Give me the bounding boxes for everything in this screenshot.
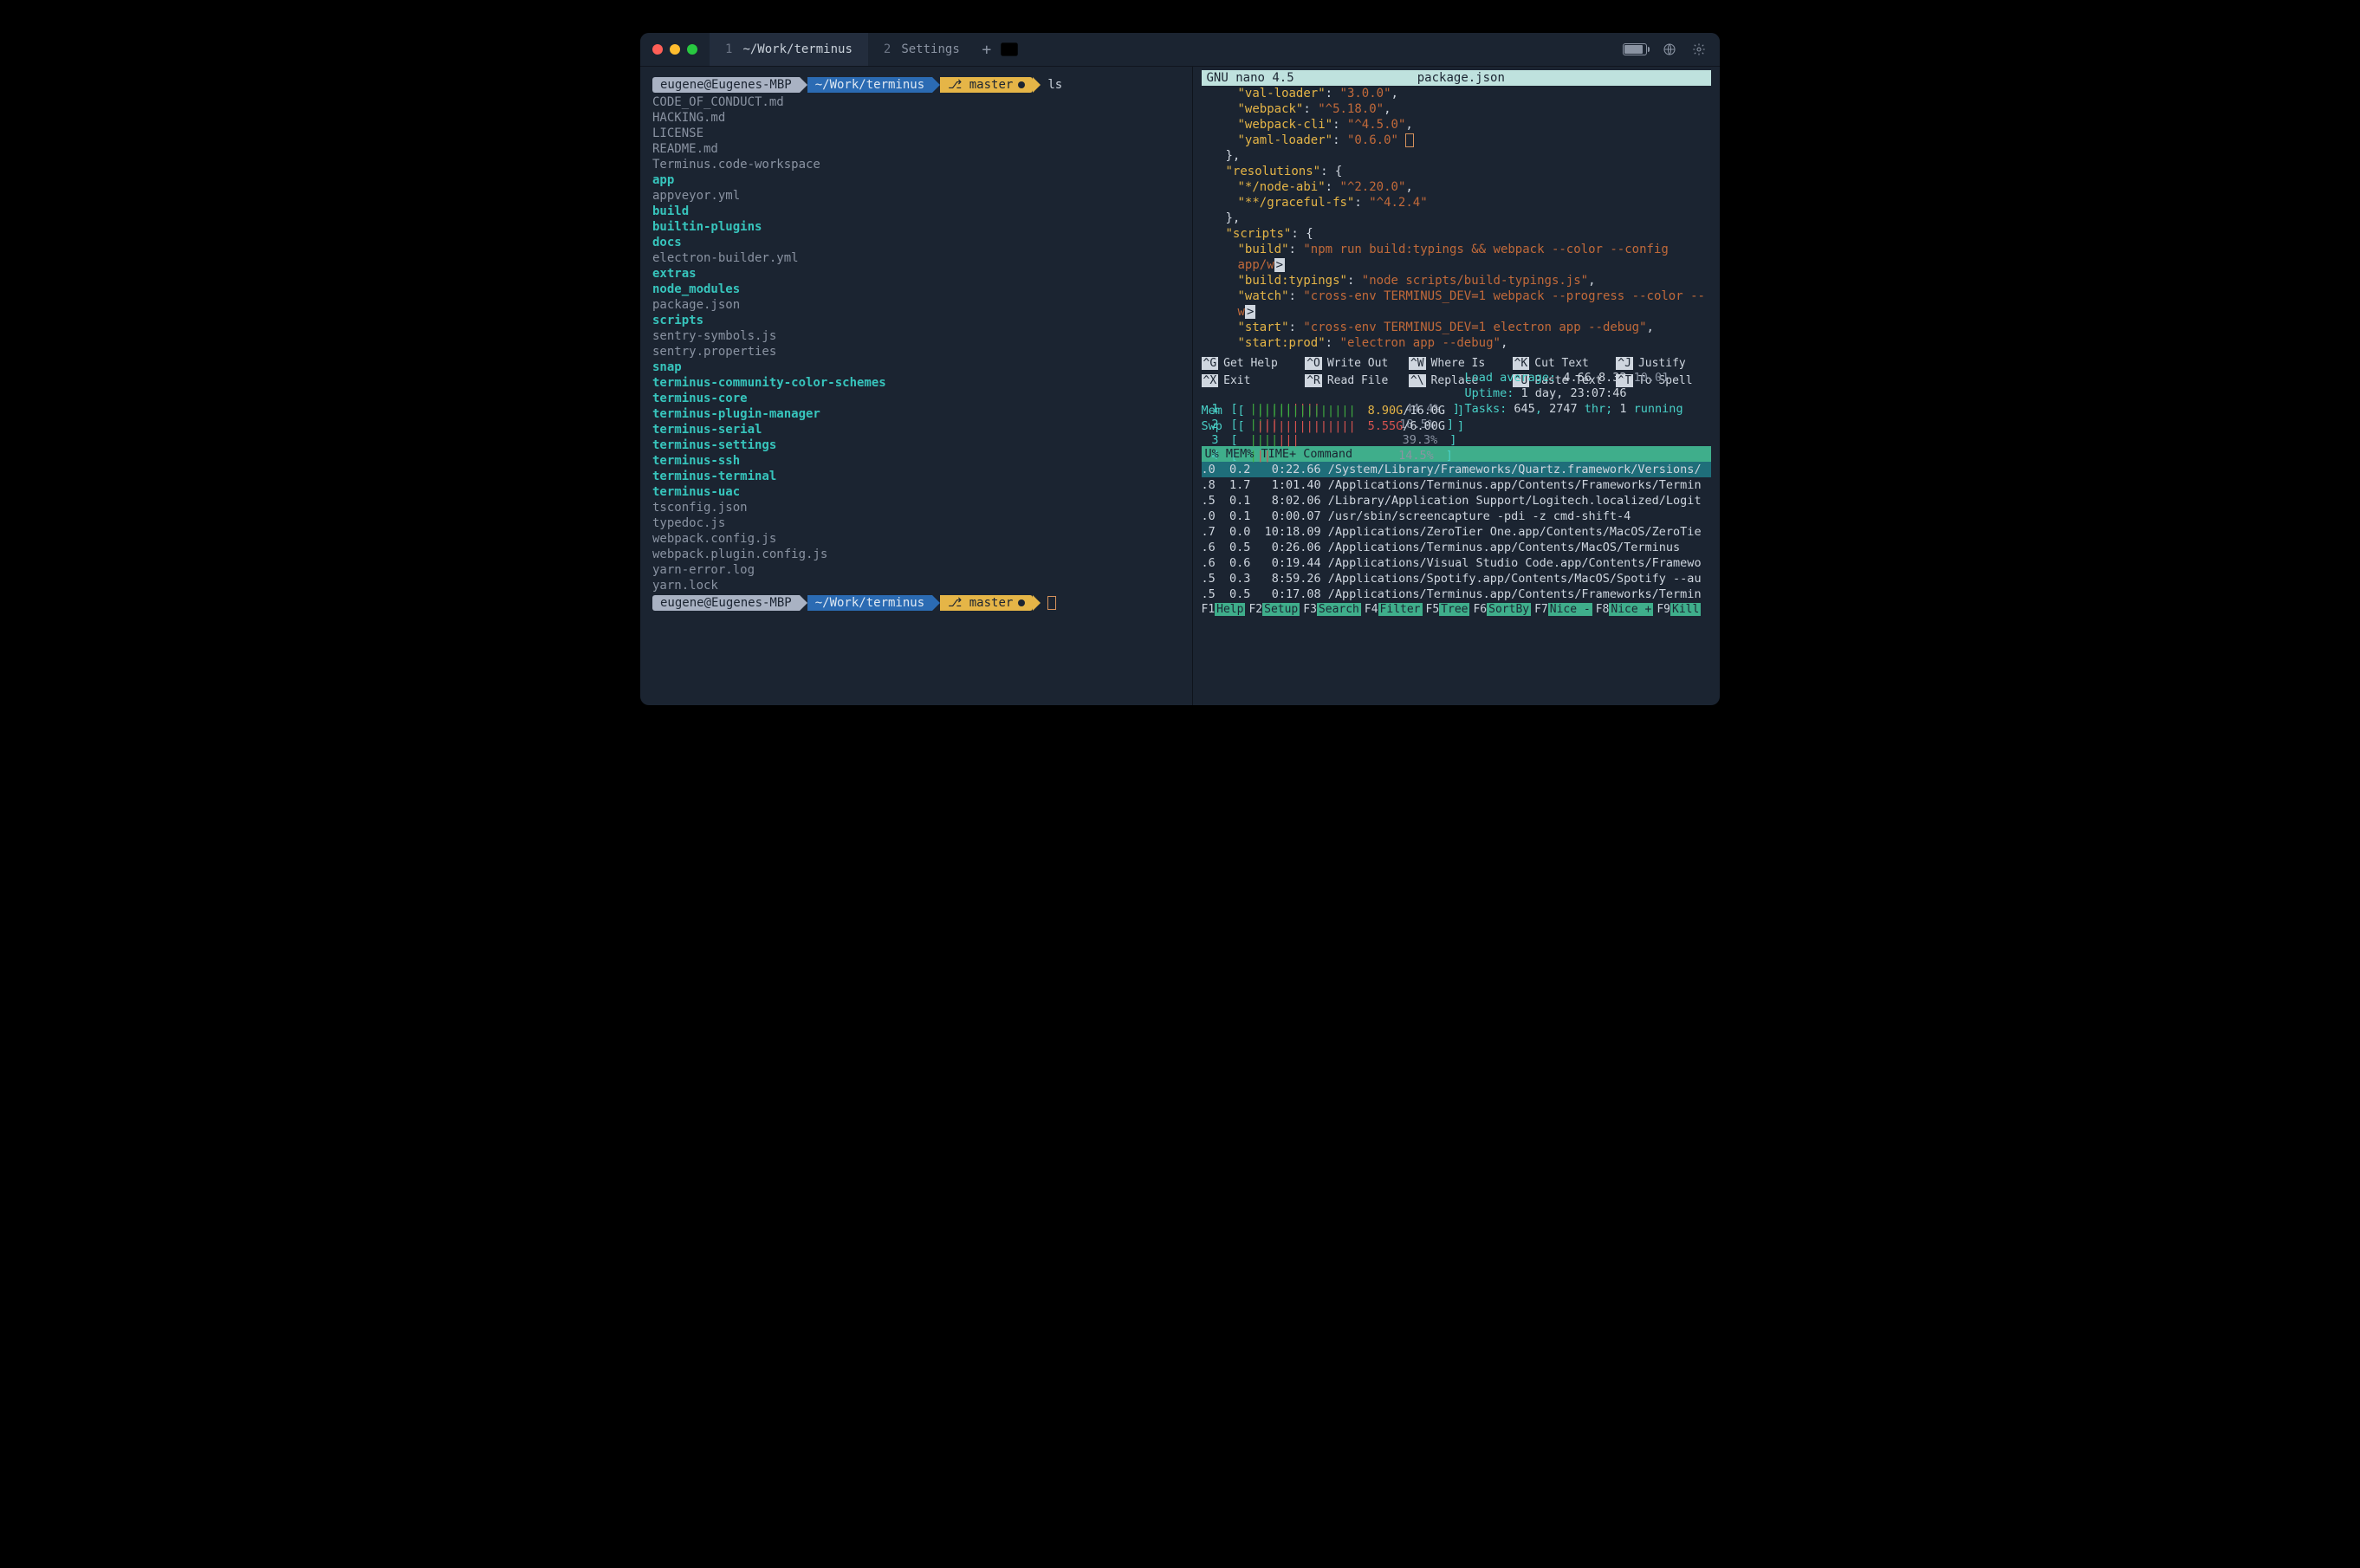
prompt-branch: ⎇ master [940, 77, 1033, 93]
list-item: yarn.lock [652, 578, 1180, 593]
nano-filename: package.json [1216, 70, 1706, 86]
fkey[interactable]: F3Search [1303, 602, 1365, 618]
process-row[interactable]: .5 0.5 0:17.08 /Applications/Terminus.ap… [1202, 586, 1712, 602]
htop-load: Load average: 4.66 8.32 10.01 [1465, 370, 1670, 386]
nano-line: "**/graceful-fs": "^4.2.4" [1202, 195, 1712, 211]
minimize-icon[interactable] [670, 44, 680, 55]
new-tab-button[interactable]: + [976, 41, 998, 59]
fkey[interactable]: F5Tree [1426, 602, 1474, 618]
tab-bar: 1~/Work/terminus2Settings [710, 33, 976, 66]
list-item: terminus-settings [652, 437, 1180, 453]
ls-output: CODE_OF_CONDUCT.mdHACKING.mdLICENSEREADM… [652, 94, 1180, 593]
list-item: terminus-uac [652, 484, 1180, 500]
list-item: HACKING.md [652, 110, 1180, 126]
terminal-left-pane[interactable]: eugene@Eugenes-MBP ~/Work/terminus ⎇ maste… [640, 67, 1193, 705]
list-item: terminus-terminal [652, 469, 1180, 484]
list-item: extras [652, 266, 1180, 282]
command: ls [1047, 78, 1062, 92]
titlebar-icons [1623, 42, 1720, 56]
list-item: terminus-core [652, 391, 1180, 406]
list-item: terminus-serial [652, 422, 1180, 437]
tab[interactable]: 1~/Work/terminus [710, 33, 868, 66]
process-row[interactable]: .5 0.3 8:59.26 /Applications/Spotify.app… [1202, 571, 1712, 586]
prompt-line: eugene@Eugenes-MBP ~/Work/terminus ⎇ maste… [652, 77, 1180, 93]
list-item: docs [652, 235, 1180, 250]
list-item: terminus-plugin-manager [652, 406, 1180, 422]
terminal-right-pane[interactable]: GNU nano 4.5 package.json "val-loader": … [1193, 67, 1721, 705]
prompt-user: eugene@Eugenes-MBP [652, 77, 800, 93]
list-item: snap [652, 360, 1180, 375]
nano-line: "build:typings": "node scripts/build-typ… [1202, 273, 1712, 288]
fkey[interactable]: F2Setup [1248, 602, 1303, 618]
traffic-lights [640, 44, 710, 55]
nano-line: "resolutions": { [1202, 164, 1712, 179]
process-row[interactable]: .8 1.7 1:01.40 /Applications/Terminus.ap… [1202, 477, 1712, 493]
cursor [1047, 596, 1056, 610]
fkey[interactable]: F4Filter [1365, 602, 1426, 618]
gear-icon[interactable] [1692, 42, 1706, 56]
nano-line: "watch": "cross-env TERMINUS_DEV=1 webpa… [1202, 288, 1712, 320]
list-item: terminus-ssh [652, 453, 1180, 469]
nano-titlebar: GNU nano 4.5 package.json [1202, 70, 1712, 86]
fkey[interactable]: F1Help [1202, 602, 1249, 618]
list-item: README.md [652, 141, 1180, 157]
list-item: sentry.properties [652, 344, 1180, 360]
fkey[interactable]: F6SortBy [1473, 602, 1534, 618]
nano-line: "webpack": "^5.18.0", [1202, 101, 1712, 117]
process-row[interactable]: .0 0.2 0:22.66 /System/Library/Framework… [1202, 462, 1712, 477]
process-row[interactable]: .0 0.1 0:00.07 /usr/sbin/screencapture -… [1202, 509, 1712, 524]
nano-editor[interactable]: GNU nano 4.5 package.json "val-loader": … [1193, 67, 1721, 396]
nano-line: "scripts": { [1202, 226, 1712, 242]
close-icon[interactable] [652, 44, 663, 55]
nano-line: "start:prod": "electron app --debug", [1202, 335, 1712, 351]
list-item: package.json [652, 297, 1180, 313]
list-item: scripts [652, 313, 1180, 328]
list-item: webpack.config.js [652, 531, 1180, 547]
zoom-icon[interactable] [687, 44, 697, 55]
htop-tasks: Tasks: 645, 2747 thr; 1 running [1465, 401, 1683, 417]
nano-line: }, [1202, 148, 1712, 164]
prompt-line-2: eugene@Eugenes-MBP~/Work/terminus⎇ maste… [652, 595, 1180, 611]
nano-line: }, [1202, 211, 1712, 226]
nano-line: "start": "cross-env TERMINUS_DEV=1 elect… [1202, 320, 1712, 335]
list-item: CODE_OF_CONDUCT.md [652, 94, 1180, 110]
tab[interactable]: 2Settings [868, 33, 976, 66]
process-row[interactable]: .7 0.0 10:18.09 /Applications/ZeroTier O… [1202, 524, 1712, 540]
list-item: build [652, 204, 1180, 219]
list-item: builtin-plugins [652, 219, 1180, 235]
list-item: LICENSE [652, 126, 1180, 141]
list-item: terminus-community-color-schemes [652, 375, 1180, 391]
app-window: 1~/Work/terminus2Settings + eugene@Eugen… [640, 33, 1720, 705]
split-icon[interactable] [998, 38, 1021, 61]
nano-line: "*/node-abi": "^2.20.0", [1202, 179, 1712, 195]
list-item: electron-builder.yml [652, 250, 1180, 266]
list-item: webpack.plugin.config.js [652, 547, 1180, 562]
htop-uptime: Uptime: 1 day, 23:07:46 [1465, 386, 1627, 401]
prompt-path: ~/Work/terminus [807, 77, 932, 93]
globe-icon[interactable] [1663, 42, 1676, 56]
list-item: node_modules [652, 282, 1180, 297]
htop-fkeys: F1HelpF2SetupF3SearchF4FilterF5TreeF6Sor… [1202, 602, 1712, 618]
nano-line: "webpack-cli": "^4.5.0", [1202, 117, 1712, 133]
process-row[interactable]: .5 0.1 8:02.06 /Library/Application Supp… [1202, 493, 1712, 509]
list-item: sentry-symbols.js [652, 328, 1180, 344]
process-row[interactable]: .6 0.5 0:26.06 /Applications/Terminus.ap… [1202, 540, 1712, 555]
list-item: appveyor.yml [652, 188, 1180, 204]
fkey[interactable]: F7Nice - [1534, 602, 1596, 618]
nano-line: "val-loader": "3.0.0", [1202, 86, 1712, 101]
nano-line: "build": "npm run build:typings && webpa… [1202, 242, 1712, 273]
list-item: typedoc.js [652, 515, 1180, 531]
fkey[interactable]: F8Nice + [1596, 602, 1657, 618]
htop-pane[interactable]: 1 [||||||||||44.4%]2 [||||18.5%]3 [|||||… [1193, 396, 1721, 618]
titlebar: 1~/Work/terminus2Settings + [640, 33, 1720, 67]
htop-header[interactable]: U% MEM% TIME+ Command [1202, 446, 1712, 462]
process-row[interactable]: .6 0.6 0:19.44 /Applications/Visual Stud… [1202, 555, 1712, 571]
battery-icon [1623, 43, 1647, 55]
fkey[interactable]: F9Kill [1657, 602, 1704, 618]
list-item: yarn-error.log [652, 562, 1180, 578]
list-item: app [652, 172, 1180, 188]
list-item: tsconfig.json [652, 500, 1180, 515]
nano-line: "yaml-loader": "0.6.0" [1202, 133, 1712, 148]
list-item: Terminus.code-workspace [652, 157, 1180, 172]
